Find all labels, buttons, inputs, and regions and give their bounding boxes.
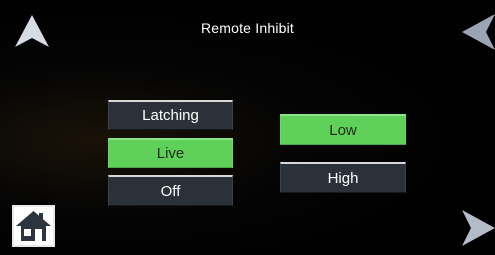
option-latching[interactable]: Latching xyxy=(108,100,233,130)
option-latching-label: Latching xyxy=(142,107,199,124)
option-low[interactable]: Low xyxy=(280,114,406,145)
option-high[interactable]: High xyxy=(280,162,406,193)
arrow-left-icon[interactable] xyxy=(462,12,495,52)
option-off[interactable]: Off xyxy=(108,175,233,206)
arrow-right-icon[interactable] xyxy=(460,208,495,248)
option-low-label: Low xyxy=(329,121,357,139)
option-high-label: High xyxy=(327,169,359,187)
option-live-label: Live xyxy=(156,145,185,162)
option-live[interactable]: Live xyxy=(108,138,233,168)
home-button[interactable] xyxy=(12,205,55,247)
page-title: Remote Inhibit xyxy=(200,20,295,36)
screen: Remote Inhibit Latching Live Off Low Hig… xyxy=(0,0,495,255)
home-icon xyxy=(14,207,53,245)
option-off-label: Off xyxy=(160,182,181,200)
